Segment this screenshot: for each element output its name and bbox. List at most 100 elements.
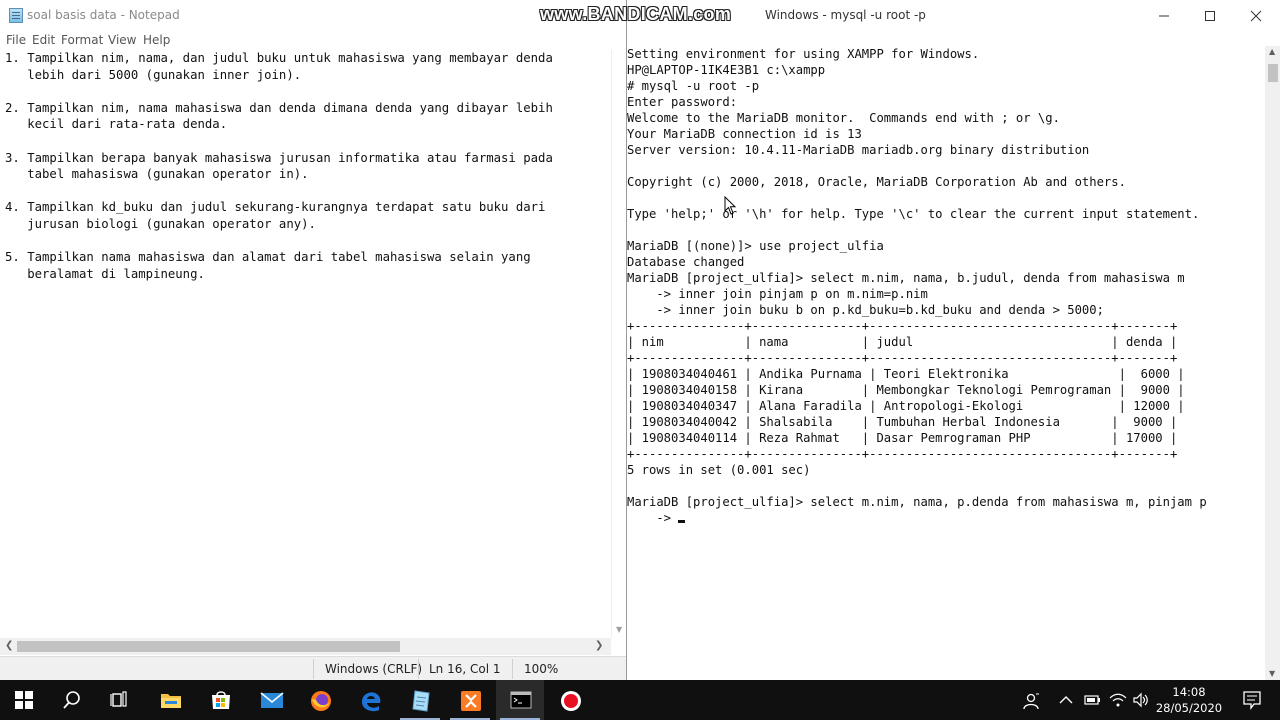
notepad-text-line <box>5 133 611 150</box>
console-window-title: Windows - mysql -u root -p <box>765 8 926 22</box>
minimize-icon <box>1159 15 1169 17</box>
notepad-text-line: lebih dari 5000 (gunakan inner join). <box>5 67 302 82</box>
show-hidden-icons-button[interactable] <box>1054 680 1078 720</box>
people-button[interactable] <box>1018 680 1042 720</box>
scroll-down-arrow-icon[interactable]: ▼ <box>616 625 622 634</box>
status-divider <box>313 659 314 679</box>
taskbar-terminal[interactable] <box>496 680 544 720</box>
console-output-line: Setting environment for using XAMPP for … <box>627 46 1265 62</box>
console-output-line: +---------------+---------------+-------… <box>627 446 1265 462</box>
firefox-icon <box>311 691 331 711</box>
console-line-text: | 1908034040042 | Shalsabila | Tumbuhan … <box>627 415 1178 429</box>
notepad-window-title: soal basis data - Notepad <box>27 8 180 22</box>
console-output-line: -> inner join pinjam p on m.nim=p.nim <box>627 286 1265 302</box>
taskbar-firefox[interactable] <box>296 680 344 720</box>
console-output-line: Enter password: <box>627 94 1265 110</box>
horizontal-scroll-thumb[interactable] <box>17 641 400 652</box>
text-cursor-icon <box>724 196 737 215</box>
console-line-text: +---------------+---------------+-------… <box>627 319 1178 333</box>
scroll-up-arrow-icon[interactable]: ▲ <box>1269 47 1275 56</box>
menu-help[interactable]: Help <box>143 33 170 47</box>
scroll-right-arrow-icon[interactable]: ❯ <box>595 640 603 651</box>
notepad-vertical-scrollbar[interactable]: ▼ <box>611 50 626 638</box>
task-view-button[interactable] <box>96 680 144 720</box>
menu-format[interactable]: Format <box>61 33 103 47</box>
notepad-text-line: kecil dari rata-rata denda. <box>5 117 228 132</box>
console-output-line: | nim | nama | judul | denda | <box>627 334 1265 350</box>
console-output-line: Welcome to the MariaDB monitor. Commands… <box>627 110 1265 126</box>
notepad-text-line <box>5 83 611 100</box>
console-output-line: HP@LAPTOP-1IK4E3B1 c:\xampp <box>627 62 1265 78</box>
console-scroll-thumb[interactable] <box>1268 64 1278 82</box>
notepad-statusbar: Windows (CRLF) Ln 16, Col 1 100% <box>0 656 626 680</box>
console-output-line: -> inner join buku b on p.kd_buku=b.kd_b… <box>627 302 1265 318</box>
notepad-text-line: tabel mahasiswa (gunakan operator in). <box>5 167 309 182</box>
taskbar-mail[interactable] <box>246 680 294 720</box>
status-encoding: Windows (CRLF) <box>325 662 423 676</box>
status-cursor-position: Ln 16, Col 1 <box>429 662 501 676</box>
console-output-line: # mysql -u root -p <box>627 78 1265 94</box>
taskbar-edge[interactable] <box>346 680 394 720</box>
console-vertical-scrollbar[interactable]: ▲ ▼ <box>1265 46 1280 680</box>
start-button[interactable] <box>0 680 48 720</box>
xampp-icon <box>461 691 481 711</box>
console-line-text: # mysql -u root -p <box>627 79 760 93</box>
text-cursor <box>678 520 686 523</box>
console-line-text: MariaDB [project_ulfia]> select m.nim, n… <box>627 271 1185 285</box>
console-line-text: 5 rows in set (0.001 sec) <box>627 463 811 477</box>
taskbar-xampp[interactable] <box>446 680 494 720</box>
notepad-titlebar[interactable]: soal basis data - Notepad <box>0 0 626 31</box>
notepad-menubar: File Edit Format View Help <box>0 31 626 50</box>
menu-edit[interactable]: Edit <box>32 33 55 47</box>
battery-button[interactable] <box>1080 680 1104 720</box>
start-icon <box>15 691 33 709</box>
notepad-horizontal-scrollbar[interactable]: ❮ ❯ <box>0 638 611 655</box>
clock[interactable]: 14:08 28/05/2020 <box>1148 684 1230 716</box>
menu-view[interactable]: View <box>108 33 136 47</box>
taskbar-store[interactable] <box>196 680 244 720</box>
console-line-text: Database changed <box>627 255 745 269</box>
notepad-text-line: 5. Tampilkan nama mahasiswa dan alamat d… <box>5 250 531 265</box>
taskbar-bandicam[interactable] <box>546 680 594 720</box>
chevron-up-icon <box>1059 696 1073 704</box>
scroll-left-arrow-icon[interactable]: ❮ <box>5 640 13 651</box>
taskbar-notepad[interactable] <box>396 680 444 720</box>
maximize-button[interactable] <box>1187 0 1233 31</box>
search-button[interactable] <box>48 680 96 720</box>
scroll-down-arrow-icon[interactable]: ▼ <box>1269 669 1275 678</box>
edge-icon <box>362 692 381 712</box>
bandicam-watermark: www.BANDICAM.com <box>540 4 732 24</box>
taskbar-file-explorer[interactable] <box>146 680 194 720</box>
notepad-app-icon <box>9 8 23 23</box>
console-line-text: Copyright (c) 2000, 2018, Oracle, MariaD… <box>627 175 1126 189</box>
console-output[interactable]: Setting environment for using XAMPP for … <box>627 46 1265 680</box>
mail-icon <box>260 692 284 708</box>
wifi-button[interactable] <box>1105 680 1129 720</box>
console-output-line: MariaDB [(none)]> use project_ulfia <box>627 238 1265 254</box>
notepad-text-area[interactable]: 1. Tampilkan nim, nama, dan judul buku u… <box>0 50 611 638</box>
notepad-text-line: 4. Tampilkan kd_buku dan judul sekurang-… <box>5 200 546 215</box>
close-button[interactable] <box>1233 0 1279 31</box>
notepad-text-line: 2. Tampilkan nim, nama mahasiswa dan den… <box>5 100 553 115</box>
search-icon <box>63 691 80 709</box>
maximize-icon <box>1205 11 1215 21</box>
file-explorer-icon <box>161 694 181 708</box>
notepad-text-line <box>5 233 611 250</box>
console-output-line: | 1908034040461 | Andika Purnama | Teori… <box>627 366 1265 382</box>
clock-time: 14:08 <box>1172 685 1206 699</box>
action-center-button[interactable] <box>1232 680 1272 720</box>
people-icon <box>1023 693 1039 710</box>
minimize-button[interactable] <box>1141 0 1187 31</box>
console-line-text: +---------------+---------------+-------… <box>627 447 1178 461</box>
menu-file[interactable]: File <box>6 33 26 47</box>
console-line-text: Enter password: <box>627 95 738 109</box>
console-output-line: MariaDB [project_ulfia]> select m.nim, n… <box>627 270 1265 286</box>
task-view-icon <box>110 691 127 707</box>
console-line-text: Server version: 10.4.11-MariaDB mariadb.… <box>627 143 1090 157</box>
status-divider <box>512 659 513 679</box>
console-output-line: MariaDB [project_ulfia]> select m.nim, n… <box>627 494 1265 510</box>
